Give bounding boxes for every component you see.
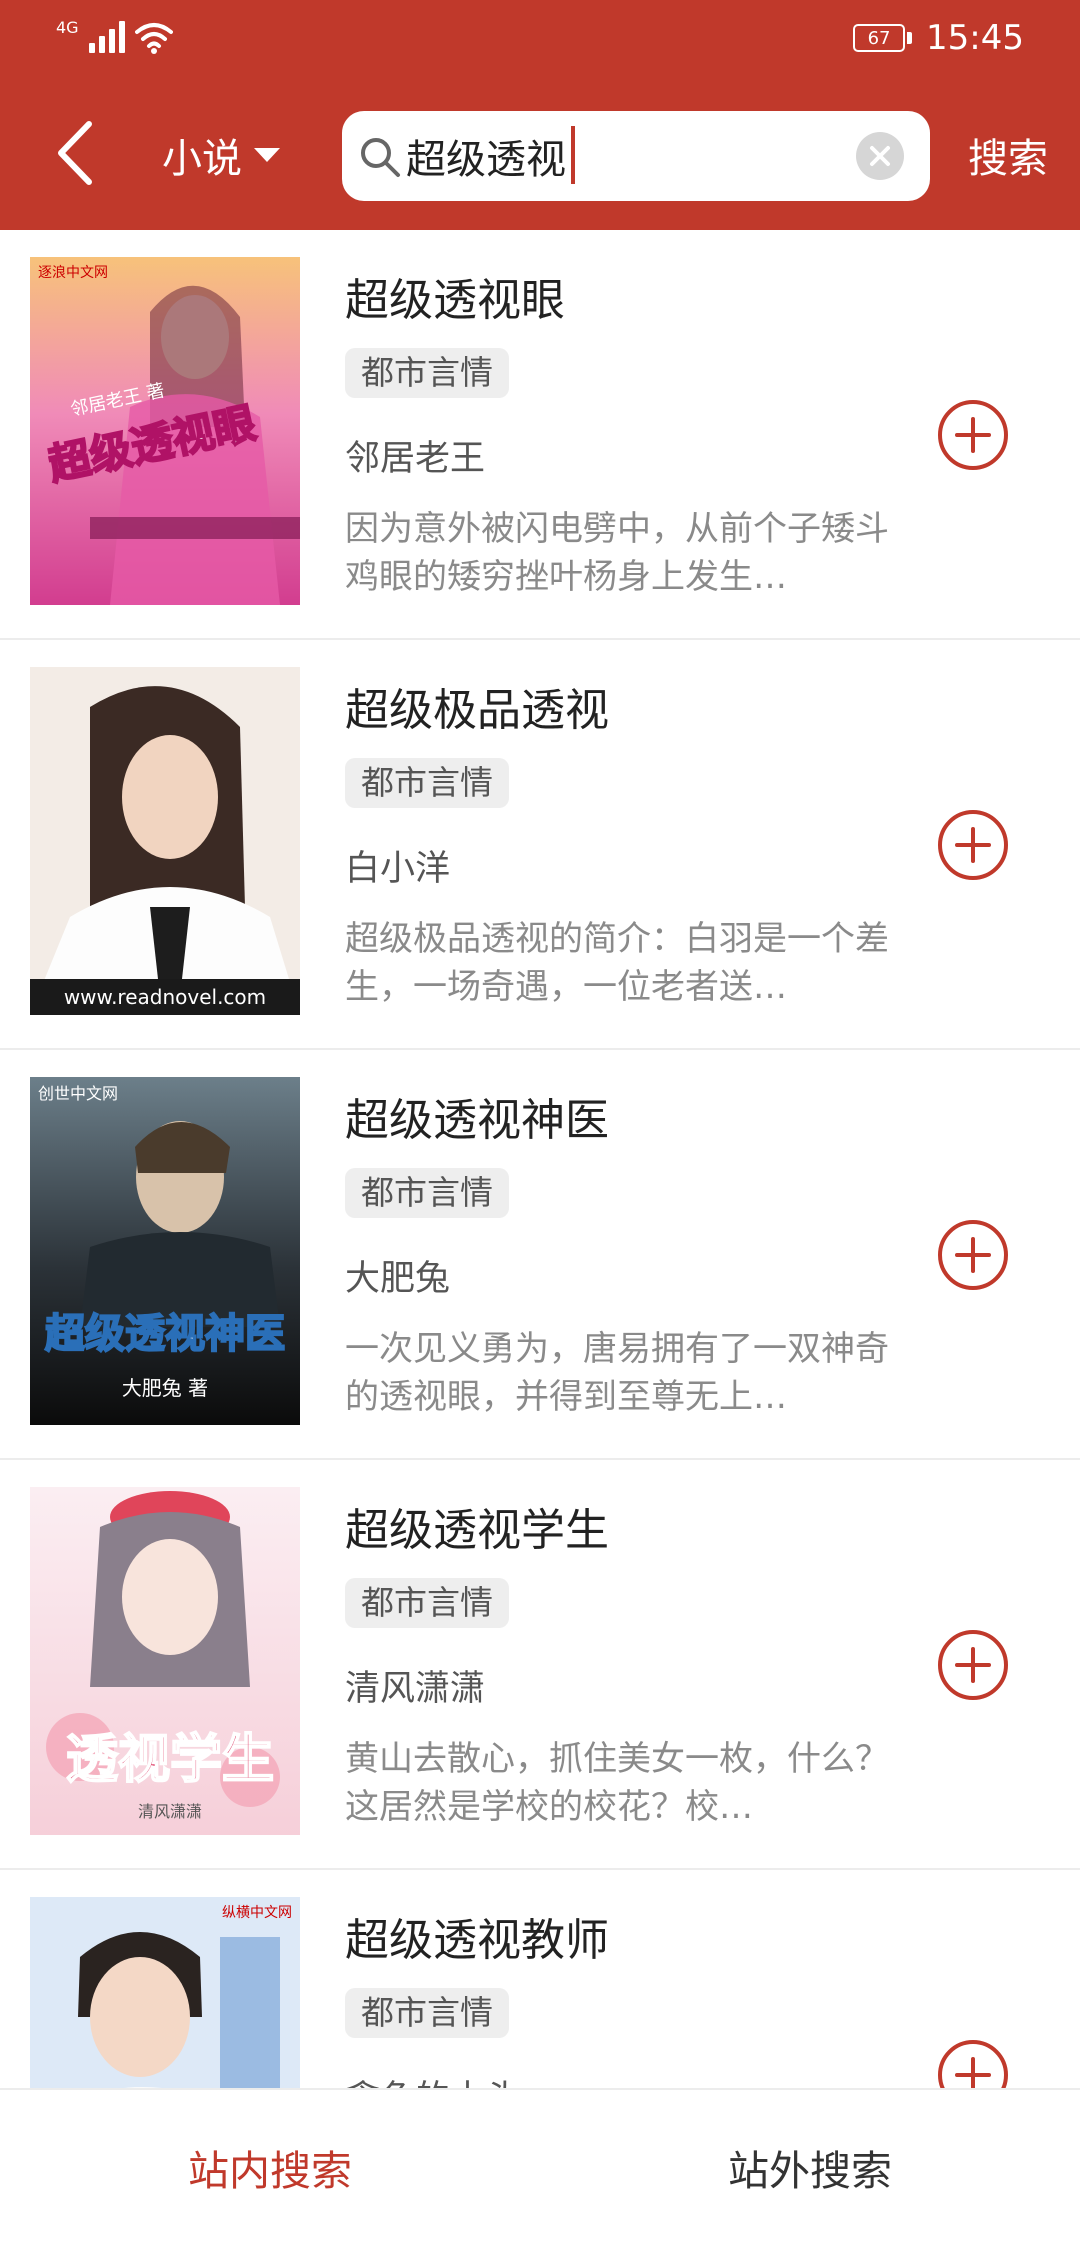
- result-item[interactable]: www.readnovel.com 超级极品透视 都市言情 白小洋 超级极品透视…: [0, 640, 1080, 1050]
- status-right: 67 15:45: [853, 18, 1024, 58]
- cover-image: www.readnovel.com: [30, 667, 300, 1015]
- result-item[interactable]: 透视学生 清风潇潇 超级透视学生 都市言情 清风潇潇 黄山去散心，抓住美女一枚，…: [0, 1460, 1080, 1870]
- add-to-shelf-button[interactable]: [936, 398, 1010, 472]
- book-title[interactable]: 超级透视神医: [345, 1084, 609, 1148]
- add-to-shelf-button[interactable]: [936, 1628, 1010, 1702]
- cover-author-text: 大肥兔 著: [122, 1376, 208, 1400]
- book-title[interactable]: 超级透视教师: [345, 1904, 609, 1968]
- clear-icon: [870, 146, 890, 166]
- search-input[interactable]: [406, 123, 836, 189]
- signal-icon: [88, 21, 125, 53]
- book-author: 大肥兔: [345, 1259, 451, 1299]
- tab-external-search[interactable]: 站外搜索: [540, 2090, 1080, 2244]
- genre-tag: 都市言情: [345, 1168, 509, 1218]
- book-author: 白小洋: [345, 849, 451, 889]
- book-description: 超级极品透视的简介：白羽是一个差生，一场奇遇，一位老者送…: [345, 919, 889, 1007]
- book-cover[interactable]: 创世中文网 超级透视神医 大肥兔 著: [30, 1077, 300, 1425]
- cover-brand: 创世中文网: [38, 1084, 118, 1103]
- search-button[interactable]: 搜索: [968, 126, 1048, 184]
- cover-image: 纵横中文网: [30, 1897, 300, 2088]
- clear-button[interactable]: [856, 132, 904, 180]
- book-title[interactable]: 超级透视眼: [345, 264, 565, 328]
- tab-in-site-search[interactable]: 站内搜索: [0, 2090, 540, 2244]
- chevron-down-icon: [254, 148, 280, 162]
- cover-brand: www.readnovel.com: [64, 985, 266, 1009]
- result-item[interactable]: 创世中文网 超级透视神医 大肥兔 著 超级透视神医 都市言情 大肥兔 一次见义勇…: [0, 1050, 1080, 1460]
- battery-level: 67: [867, 27, 891, 49]
- cover-brand: 纵横中文网: [222, 1905, 292, 1921]
- cover-image: 透视学生 清风潇潇: [30, 1487, 300, 1835]
- status-bar: 4G 67 15:45: [0, 0, 1080, 80]
- add-to-shelf-button[interactable]: [936, 2038, 1010, 2088]
- category-dropdown[interactable]: 小说: [162, 126, 280, 184]
- result-list[interactable]: 逐浪中文网 超级透视眼 邻居老王 著 超级透视眼 都市言情 邻居老王 因为意外被…: [0, 230, 1080, 2088]
- genre-tag: 都市言情: [345, 1988, 509, 2038]
- back-arrow-icon: [58, 121, 92, 185]
- genre-tag: 都市言情: [345, 348, 509, 398]
- cover-title-text: 透视学生: [66, 1729, 274, 1790]
- book-cover[interactable]: www.readnovel.com: [30, 667, 300, 1015]
- book-author: 贪色的木头: [345, 2070, 520, 2088]
- status-left: 4G: [56, 17, 173, 54]
- battery-icon: 67: [853, 24, 913, 52]
- clock: 15:45: [926, 18, 1024, 58]
- text-cursor: [571, 126, 575, 184]
- book-author: 清风潇潇: [345, 1669, 486, 1709]
- cover-brand: 逐浪中文网: [38, 265, 108, 281]
- genre-tag: 都市言情: [345, 758, 509, 808]
- cover-image: 创世中文网 超级透视神医 大肥兔 著: [30, 1077, 300, 1425]
- book-author: 邻居老王: [345, 439, 486, 479]
- bottom-tabs: 站内搜索 站外搜索: [0, 2088, 1080, 2244]
- book-description: 因为意外被闪电劈中，从前个子矮斗鸡眼的矮穷挫叶杨身上发生…: [345, 509, 889, 597]
- book-description: 黄山去散心，抓住美女一枚，什么？这居然是学校的校花？校…: [345, 1739, 889, 1827]
- book-title[interactable]: 超级透视学生: [345, 1494, 609, 1558]
- book-cover[interactable]: 纵横中文网: [30, 1897, 300, 2088]
- network-type: 4G: [56, 17, 79, 37]
- category-label: 小说: [162, 136, 242, 182]
- book-title[interactable]: 超级极品透视: [345, 674, 609, 738]
- cover-author-text: 清风潇潇: [138, 1802, 202, 1821]
- cover-title-text: 超级透视神医: [45, 1311, 285, 1357]
- search-box[interactable]: [342, 111, 930, 201]
- book-description: 一次见义勇为，唐易拥有了一双神奇的透视眼，并得到至尊无上…: [345, 1329, 889, 1417]
- add-to-shelf-button[interactable]: [936, 1218, 1010, 1292]
- result-item[interactable]: 纵横中文网 超级透视教师 都市言情 贪色的木头: [0, 1870, 1080, 2088]
- cover-image: 逐浪中文网 超级透视眼 邻居老王 著: [30, 257, 300, 605]
- genre-tag: 都市言情: [345, 1578, 509, 1628]
- wifi-icon: [134, 23, 173, 54]
- app-header: 小说 搜索: [0, 80, 1080, 230]
- search-icon: [361, 138, 400, 177]
- result-item[interactable]: 逐浪中文网 超级透视眼 邻居老王 著 超级透视眼 都市言情 邻居老王 因为意外被…: [0, 230, 1080, 640]
- add-to-shelf-button[interactable]: [936, 808, 1010, 882]
- book-cover[interactable]: 透视学生 清风潇潇: [30, 1487, 300, 1835]
- book-cover[interactable]: 逐浪中文网 超级透视眼 邻居老王 著: [30, 257, 300, 605]
- back-button[interactable]: [40, 113, 110, 193]
